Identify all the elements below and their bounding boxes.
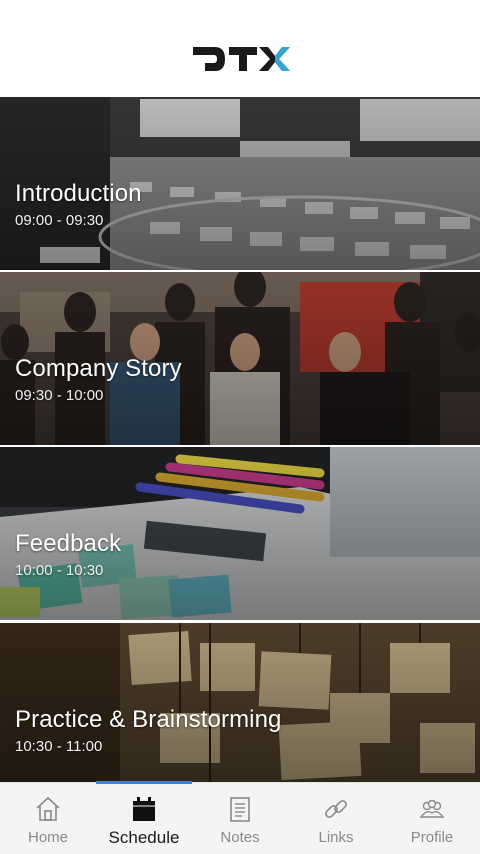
photo-overlay (0, 623, 480, 783)
session-card-introduction[interactable]: Introduction 09:00 - 09:30 (0, 97, 480, 270)
app-header (0, 0, 480, 97)
tab-label: Schedule (108, 828, 180, 847)
session-time: 09:00 - 09:30 (15, 212, 104, 229)
tab-links[interactable]: Links (288, 783, 384, 854)
bottom-tab-bar: Home Schedule Notes Links Profile (0, 781, 480, 854)
tab-label: Home (27, 829, 68, 846)
session-card-practice-brainstorming[interactable]: Practice & Brainstorming 10:30 - 11:00 (0, 623, 480, 783)
session-time: 09:30 - 10:00 (15, 387, 104, 404)
tab-profile[interactable]: Profile (384, 783, 480, 854)
session-title: Company Story (15, 355, 182, 382)
notes-icon (230, 797, 250, 822)
people-icon (419, 799, 445, 818)
tab-notes[interactable]: Notes (192, 783, 288, 854)
session-card-feedback[interactable]: Feedback 10:00 - 10:30 (0, 447, 480, 620)
tab-schedule[interactable]: Schedule (96, 781, 192, 854)
schedule-list: Introduction 09:00 - 09:30 Company Story… (0, 97, 480, 783)
tab-label: Notes (220, 829, 260, 846)
tab-label: Links (318, 829, 354, 846)
calendar-icon (133, 797, 155, 821)
tab-label: Profile (410, 829, 454, 846)
session-time: 10:30 - 11:00 (15, 738, 103, 755)
session-time: 10:00 - 10:30 (15, 562, 104, 579)
session-title: Introduction (15, 180, 142, 207)
link-icon (325, 800, 347, 818)
session-title: Feedback (15, 530, 122, 557)
home-icon (36, 796, 60, 821)
dtx-logo (193, 47, 290, 71)
session-card-company-story[interactable]: Company Story 09:30 - 10:00 (0, 272, 480, 445)
active-tab-indicator (96, 781, 192, 784)
session-title: Practice & Brainstorming (15, 706, 282, 733)
tab-home[interactable]: Home (0, 783, 96, 854)
